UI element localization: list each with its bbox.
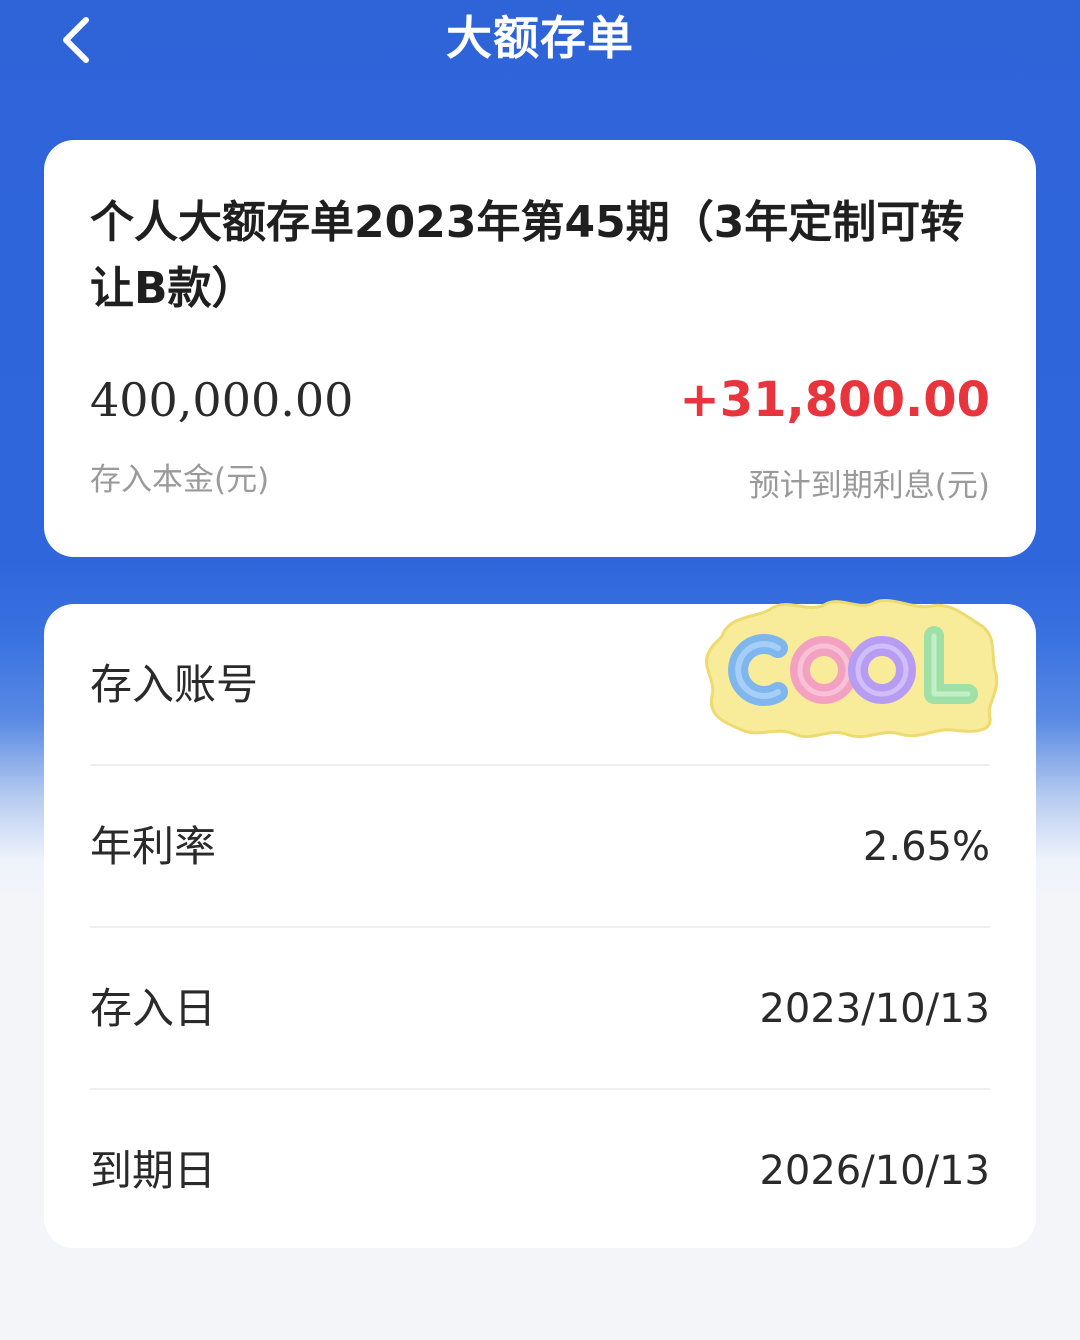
rate-label: 年利率 bbox=[90, 822, 217, 871]
rate-value: 2.65% bbox=[862, 824, 990, 870]
detail-row-end-date: 到期日 2026/10/13 bbox=[90, 1090, 990, 1252]
page-title: 大额存单 bbox=[446, 11, 634, 65]
account-label: 存入账号 bbox=[90, 660, 259, 709]
principal-label: 存入本金(元) bbox=[90, 462, 270, 498]
start-date-label: 存入日 bbox=[90, 984, 217, 1033]
detail-row-start-date: 存入日 2023/10/13 bbox=[90, 928, 990, 1090]
deposit-summary-card: 个人大额存单2023年第45期（3年定制可转让B款） 400,000.00 存入… bbox=[44, 140, 1036, 557]
end-date-label: 到期日 bbox=[90, 1146, 217, 1195]
detail-row-rate: 年利率 2.65% bbox=[90, 766, 990, 928]
expected-interest-label: 预计到期利息(元) bbox=[748, 468, 990, 504]
expected-interest-amount: +31,800.00 bbox=[679, 372, 990, 428]
principal-amount: 400,000.00 bbox=[90, 373, 354, 427]
end-date-value: 2026/10/13 bbox=[759, 1148, 990, 1194]
cool-sticker bbox=[700, 596, 1000, 742]
start-date-value: 2023/10/13 bbox=[759, 986, 990, 1032]
product-name: 个人大额存单2023年第45期（3年定制可转让B款） bbox=[90, 197, 965, 314]
top-bar: 大额存单 bbox=[0, 0, 1080, 110]
